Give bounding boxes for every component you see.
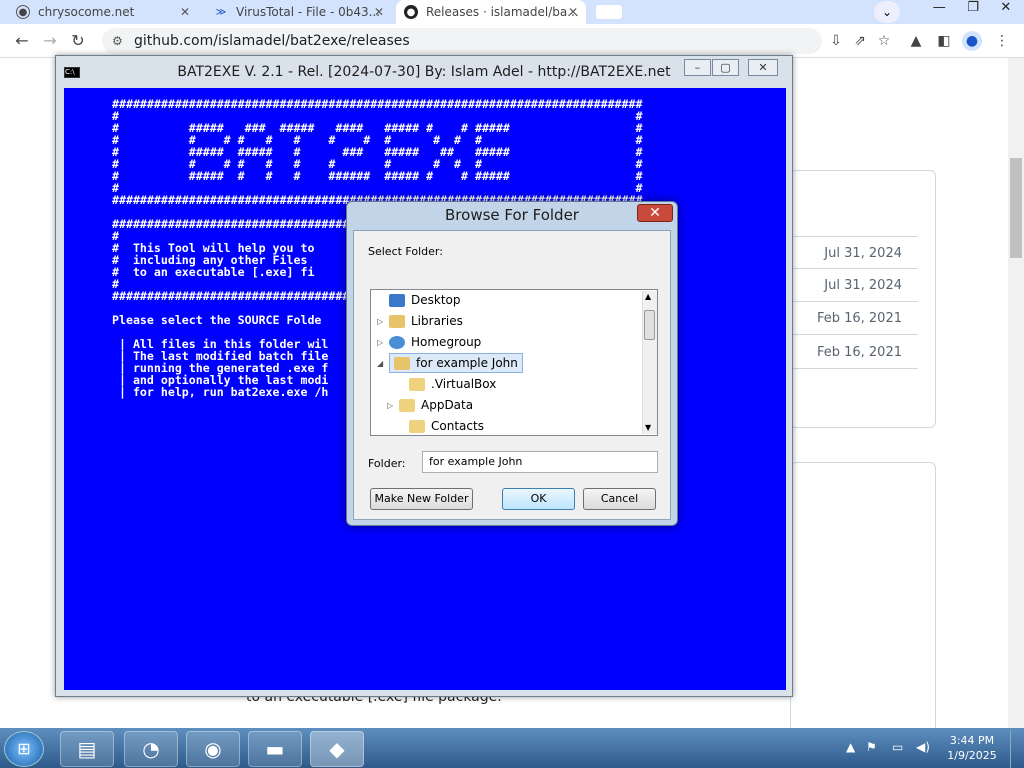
- ok-button[interactable]: OK: [502, 488, 575, 510]
- scroll-down-icon[interactable]: ▼: [645, 423, 651, 432]
- collapse-icon[interactable]: ◢: [377, 359, 387, 368]
- globe-icon: ●: [16, 5, 30, 19]
- desktop-icon: [389, 293, 405, 307]
- folder-field[interactable]: for example John: [422, 451, 658, 473]
- tree-label: Desktop: [411, 293, 461, 307]
- console-title: BAT2EXE V. 2.1 - Rel. [2024-07-30] By: I…: [177, 64, 671, 80]
- tree-label: Libraries: [411, 314, 463, 328]
- site-info-icon[interactable]: ⚙: [112, 28, 123, 54]
- folder-tree[interactable]: Desktop ▷ Libraries ▷ Homegroup ◢ for exam…: [370, 289, 658, 436]
- tree-item-appdata[interactable]: ▷ AppData: [387, 395, 473, 415]
- start-button[interactable]: ⊞: [4, 731, 44, 767]
- minimize-icon[interactable]: —: [933, 0, 946, 20]
- release-date: Jul 31, 2024: [790, 236, 918, 269]
- tree-item-homegroup[interactable]: ▷ Homegroup: [377, 332, 481, 352]
- tree-item-contacts[interactable]: Contacts: [397, 416, 484, 435]
- explorer-taskbar-icon[interactable]: ▤: [60, 731, 114, 767]
- homegroup-icon: [389, 335, 405, 349]
- action-center-icon[interactable]: ⚑: [866, 740, 877, 754]
- close-icon[interactable]: ✕: [568, 5, 578, 19]
- release-date: Feb 16, 2021: [790, 336, 918, 369]
- address-bar[interactable]: ⚙ github.com/islamadel/bat2exe/releases: [102, 28, 822, 54]
- tree-label: AppData: [421, 398, 474, 412]
- console-taskbar-icon[interactable]: ▬: [248, 731, 302, 767]
- scroll-up-icon[interactable]: ▲: [645, 292, 651, 301]
- close-window-icon[interactable]: ✕: [1000, 0, 1011, 20]
- close-icon[interactable]: ✕: [748, 59, 778, 76]
- close-icon[interactable]: ✕: [637, 204, 673, 222]
- make-new-folder-button[interactable]: Make New Folder: [370, 488, 473, 510]
- select-folder-label: Select Folder:: [368, 245, 443, 258]
- menu-icon[interactable]: ⋮: [992, 31, 1012, 51]
- tab-title: VirusTotal - File - 0b43...: [236, 5, 381, 19]
- release-card: [790, 462, 936, 742]
- expand-icon[interactable]: ▷: [387, 401, 397, 410]
- tree-label: .VirtualBox: [431, 377, 497, 391]
- tree-item-desktop[interactable]: Desktop: [377, 290, 461, 310]
- cancel-button[interactable]: Cancel: [583, 488, 656, 510]
- release-date: Jul 31, 2024: [790, 269, 918, 302]
- app-taskbar-icon[interactable]: ◔: [124, 731, 178, 767]
- url-text: github.com/islamadel/bat2exe/releases: [134, 33, 410, 49]
- share-icon[interactable]: ⇗: [850, 31, 870, 51]
- volume-icon[interactable]: ◀): [916, 740, 930, 754]
- tab-title: chrysocome.net: [38, 5, 135, 19]
- tab-search-icon[interactable]: ⌄: [874, 1, 900, 23]
- minimize-icon[interactable]: –: [684, 59, 711, 76]
- tree-label: for example John: [416, 356, 518, 370]
- profile-icon[interactable]: ●: [962, 31, 982, 51]
- tree-item-virtualbox[interactable]: .VirtualBox: [397, 374, 496, 394]
- forward-icon[interactable]: →: [40, 31, 60, 51]
- clock-date: 1/9/2025: [947, 749, 997, 762]
- release-date: Feb 16, 2021: [790, 302, 918, 335]
- page-scrollbar[interactable]: [1008, 58, 1024, 728]
- restore-icon[interactable]: ❐: [967, 0, 979, 20]
- new-tab-button[interactable]: [596, 5, 622, 19]
- folder-icon: [409, 419, 425, 433]
- window-controls: — ❐ ✕: [922, 0, 1022, 20]
- back-icon[interactable]: ←: [12, 31, 32, 51]
- close-icon[interactable]: ✕: [374, 5, 384, 19]
- bookmark-star-icon[interactable]: ☆: [874, 31, 894, 51]
- expand-icon[interactable]: ▷: [377, 338, 387, 347]
- libraries-icon: [389, 314, 405, 328]
- folder-icon: [409, 377, 425, 391]
- tray-expand-icon[interactable]: ▲: [846, 740, 855, 754]
- tree-item-user-folder[interactable]: ◢ for example John: [377, 353, 523, 373]
- close-icon[interactable]: ✕: [180, 5, 190, 19]
- tab-title: Releases · islamadel/ba...: [426, 5, 579, 19]
- lab-icon[interactable]: ▲: [906, 31, 926, 51]
- tab-chrysocome[interactable]: ● chrysocome.net ✕: [8, 0, 198, 24]
- user-folder-icon: [394, 356, 410, 370]
- expand-icon[interactable]: ▷: [377, 317, 387, 326]
- show-desktop-button[interactable]: [1010, 730, 1024, 768]
- virustotal-icon: ≫: [215, 6, 227, 18]
- folder-icon: [399, 398, 415, 412]
- clock-time: 3:44 PM: [949, 734, 995, 747]
- clock[interactable]: 3:44 PM 1/9/2025: [944, 733, 1000, 763]
- tab-releases[interactable]: ● Releases · islamadel/ba... ✕: [396, 0, 586, 24]
- tree-label: Contacts: [431, 419, 484, 433]
- dialog-title: Browse For Folder: [445, 206, 579, 224]
- folder-label: Folder:: [368, 457, 406, 470]
- tree-item-libraries[interactable]: ▷ Libraries: [377, 311, 463, 331]
- tab-virustotal[interactable]: ≫ VirusTotal - File - 0b43... ✕: [206, 0, 392, 24]
- install-icon[interactable]: ⇩: [826, 31, 846, 51]
- tree-label: Homegroup: [411, 335, 482, 349]
- browser-taskbar-icon[interactable]: ◉: [186, 731, 240, 767]
- reload-icon[interactable]: ↻: [68, 31, 88, 51]
- bat2exe-taskbar-icon[interactable]: ◆: [310, 731, 364, 767]
- sidepanel-icon[interactable]: ◧: [934, 31, 954, 51]
- scroll-thumb[interactable]: [644, 310, 655, 340]
- dialog-body: Select Folder: Desktop ▷ Libraries ▷ Homeg…: [353, 230, 671, 520]
- scroll-thumb[interactable]: [1010, 158, 1022, 258]
- network-icon[interactable]: ▭: [892, 740, 903, 754]
- browse-folder-dialog[interactable]: Browse For Folder ✕ Select Folder: Deskt…: [346, 201, 678, 526]
- github-icon: ●: [404, 5, 418, 19]
- maximize-icon[interactable]: ▢: [712, 59, 739, 76]
